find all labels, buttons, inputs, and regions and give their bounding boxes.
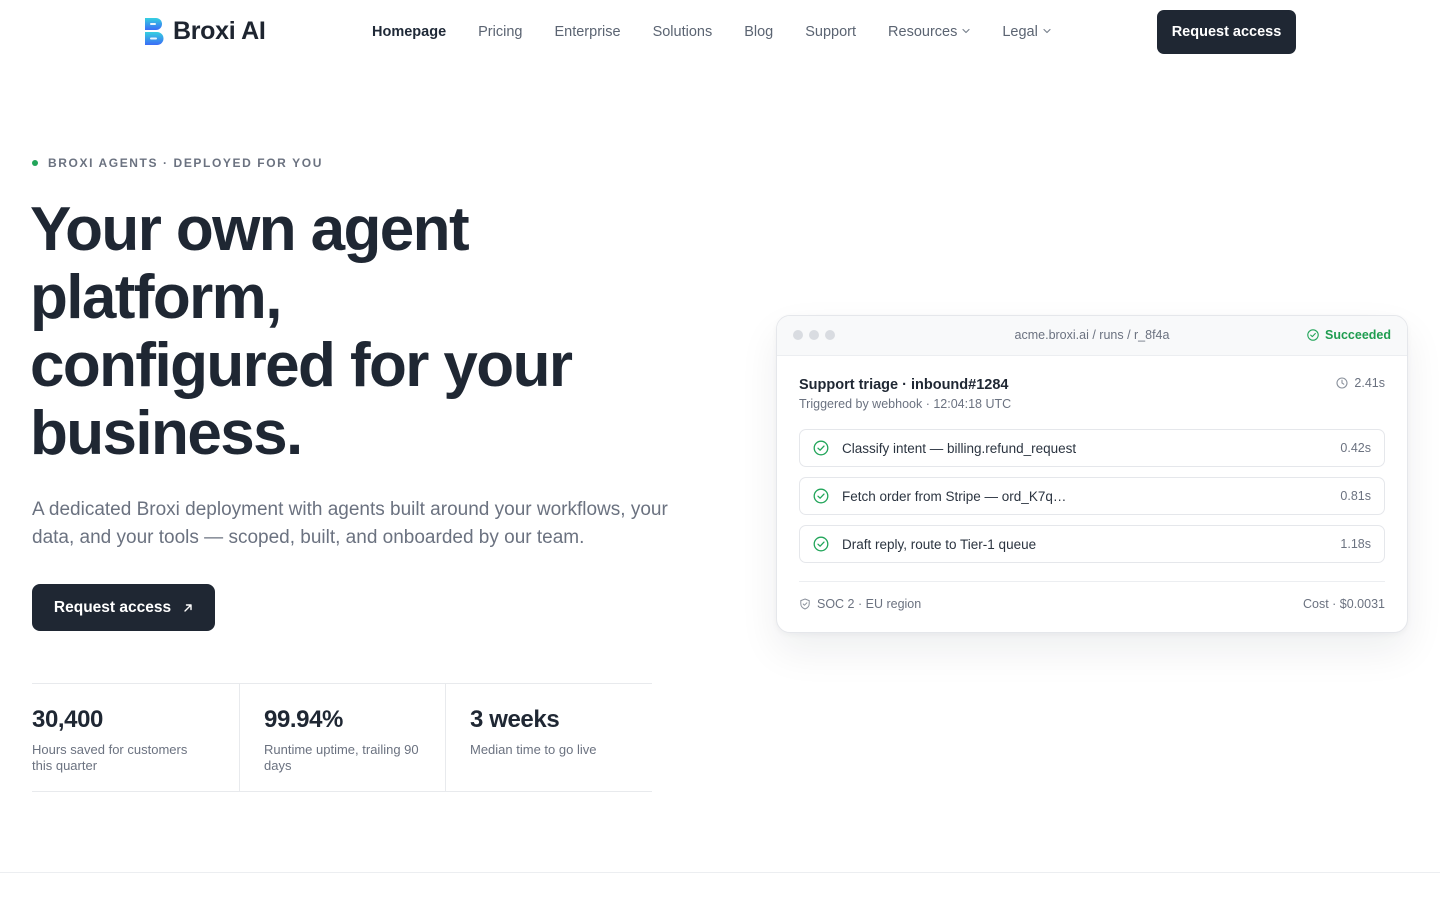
hero-title-line: platform,: [30, 263, 282, 332]
nav-link-legal[interactable]: Legal: [1002, 24, 1051, 40]
run-status-text: Succeeded: [1324, 328, 1391, 342]
nav-link-blog[interactable]: Blog: [744, 24, 773, 40]
nav-link-support[interactable]: Support: [805, 24, 856, 40]
run-preview-card: acme.broxi.ai / runs / r_8f4a Succeeded …: [776, 315, 1408, 633]
stat-value: 99.94%: [264, 706, 343, 733]
step-time: 0.81s: [1340, 489, 1371, 503]
hero-title-line: configured for your: [30, 331, 573, 400]
stat-label: Median time to go live: [470, 742, 597, 757]
stat-value: 30,400: [32, 706, 104, 733]
eyebrow-text: BROXI AGENTS · DEPLOYED FOR YOU: [48, 156, 323, 170]
broxi-logo-icon: [145, 18, 164, 45]
check-circle-icon: [813, 488, 829, 504]
chevron-down-icon: [962, 28, 970, 33]
nav-link-pricing[interactable]: Pricing: [478, 24, 522, 40]
nav-link-enterprise[interactable]: Enterprise: [554, 24, 620, 40]
top-nav: Broxi AI Homepage Pricing Enterprise Sol…: [0, 0, 1440, 64]
stat-uptime: 99.94% Runtime uptime, trailing 90 days: [239, 684, 445, 791]
arrow-up-right-icon: [184, 603, 192, 612]
stat-value: 3 weeks: [470, 706, 560, 733]
run-cost: Cost · $0.0031: [1303, 596, 1385, 611]
card-footer: SOC 2 · EU region Cost · $0.0031: [799, 581, 1385, 625]
nav-request-access-button[interactable]: Request access: [1157, 10, 1296, 54]
clock-icon: [1336, 377, 1348, 389]
hero-request-access-button[interactable]: Request access: [32, 584, 215, 631]
run-trigger: Triggered by webhook · 12:04:18 UTC: [799, 397, 1012, 411]
card-title-bar: acme.broxi.ai / runs / r_8f4a Succeeded: [777, 316, 1407, 356]
hero-title-line: business.: [30, 399, 303, 468]
brand-name: Broxi AI: [173, 17, 266, 45]
shield-icon: [800, 597, 810, 610]
step-time: 1.18s: [1340, 537, 1371, 551]
card-body: Support triage · inbound#1284 Triggered …: [777, 356, 1407, 625]
step-time: 0.42s: [1340, 441, 1371, 455]
stat-hours-saved: 30,400 Hours saved for customers this qu…: [32, 684, 239, 791]
step-label: Fetch order from Stripe — ord_K7q…: [842, 488, 1067, 504]
stat-label: Hours saved for customers this quarter: [32, 742, 188, 773]
step-label: Classify intent — billing.refund_request: [842, 440, 1077, 456]
status-dot: [32, 160, 38, 166]
hero-title: Your own agent platform, configured for …: [30, 196, 690, 468]
run-duration-text: 2.41s: [1354, 376, 1385, 390]
nav-link-resources[interactable]: Resources: [888, 24, 970, 40]
brand-logo[interactable]: Broxi AI: [144, 17, 266, 46]
nav-link-solutions[interactable]: Solutions: [653, 24, 713, 40]
hero-cta-label: Request access: [53, 598, 172, 616]
hero-title-line: Your own agent: [30, 195, 470, 264]
stat-label: Runtime uptime, trailing 90 days: [264, 742, 419, 773]
stats-row: 30,400 Hours saved for customers this qu…: [32, 683, 652, 792]
nav-link-homepage[interactable]: Homepage: [372, 24, 446, 40]
hero-eyebrow: BROXI AGENTS · DEPLOYED FOR YOU: [32, 156, 323, 170]
hero-subtitle: A dedicated Broxi deployment with agents…: [32, 499, 668, 548]
nav-links: Homepage Pricing Enterprise Solutions Bl…: [372, 24, 1051, 40]
run-step[interactable]: Classify intent — billing.refund_request…: [799, 429, 1385, 467]
run-step[interactable]: Fetch order from Stripe — ord_K7q… 0.81s: [799, 477, 1385, 515]
run-steps: Classify intent — billing.refund_request…: [799, 429, 1385, 563]
run-title: Support triage · inbound#1284: [799, 377, 1009, 393]
run-step[interactable]: Draft reply, route to Tier-1 queue 1.18s: [799, 525, 1385, 563]
step-label: Draft reply, route to Tier-1 queue: [842, 536, 1037, 552]
chevron-down-icon: [1043, 28, 1051, 33]
section-divider: [0, 872, 1440, 873]
check-circle-icon: [813, 536, 829, 552]
check-circle-icon: [1307, 329, 1319, 341]
check-circle-icon: [813, 440, 829, 456]
run-status-badge: Succeeded: [1307, 328, 1391, 342]
run-duration: 2.41s: [1336, 376, 1385, 390]
compliance-info: SOC 2 · EU region: [799, 597, 921, 611]
stat-time-to-live: 3 weeks Median time to go live: [445, 684, 652, 791]
compliance-text: SOC 2 · EU region: [817, 596, 922, 611]
